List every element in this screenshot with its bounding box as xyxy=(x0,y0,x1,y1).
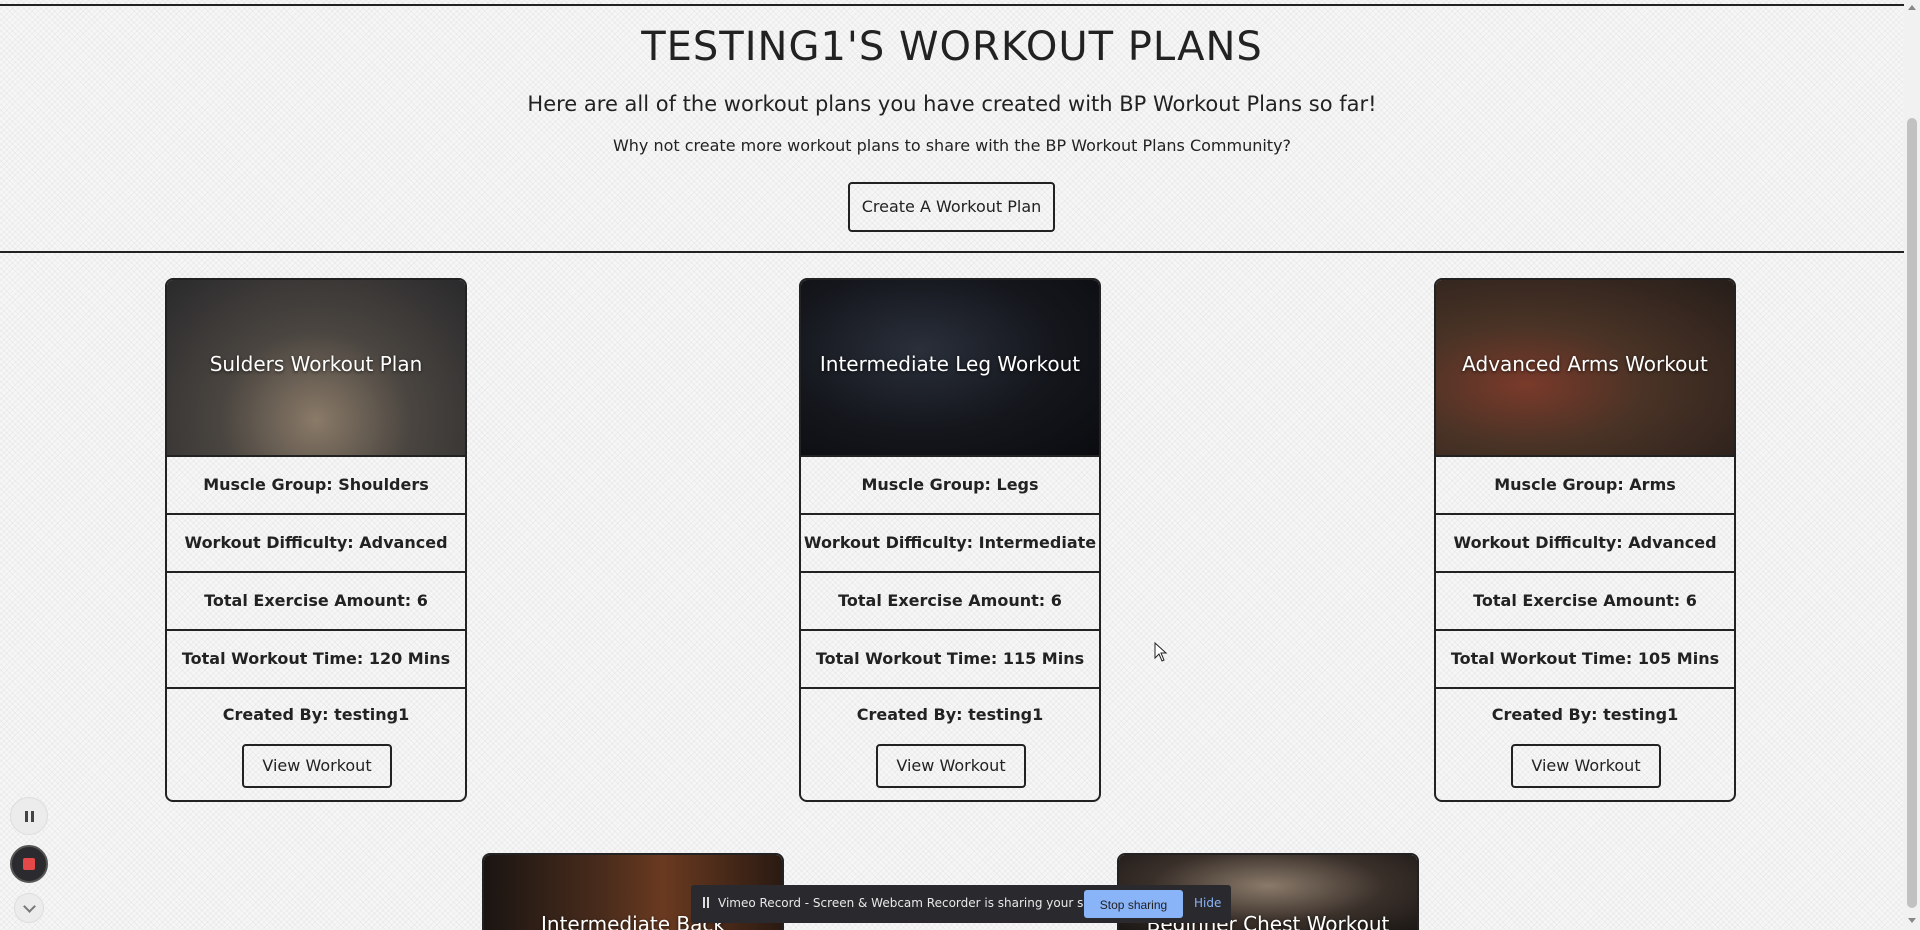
workout-card-title: Intermediate Leg Workout xyxy=(819,352,1081,376)
page-title: TESTING1'S WORKOUT PLANS xyxy=(641,24,1263,70)
workout-card-image: Advanced Arms Workout xyxy=(1436,280,1734,455)
page-sub-text: Why not create more workout plans to sha… xyxy=(612,136,1292,155)
page-scrollbar[interactable] xyxy=(1904,0,1920,930)
workout-card-image: Sulders Workout Plan xyxy=(167,280,465,455)
stop-sharing-button[interactable]: Stop sharing xyxy=(1084,890,1183,918)
page-header: TESTING1'S WORKOUT PLANS Here are all of… xyxy=(0,6,1904,251)
header-divider xyxy=(0,251,1904,253)
stop-recording-icon[interactable] xyxy=(10,845,48,883)
difficulty-text: Workout Difficulty: Intermediate xyxy=(801,513,1099,571)
card-footer: Created By: testing1 View Workout xyxy=(801,687,1099,800)
hide-link[interactable]: Hide xyxy=(1194,896,1221,910)
view-workout-button[interactable]: View Workout xyxy=(1511,744,1661,788)
created-by-text: Created By: testing1 xyxy=(222,705,410,724)
page-lead-text: Here are all of the workout plans you ha… xyxy=(527,92,1377,116)
workout-time-text: Total Workout Time: 105 Mins xyxy=(1436,629,1734,687)
workout-card-image: Intermediate Leg Workout xyxy=(801,280,1099,455)
view-workout-button[interactable]: View Workout xyxy=(876,744,1026,788)
screen-sharing-bar: Vimeo Record - Screen & Webcam Recorder … xyxy=(691,885,1231,923)
difficulty-text: Workout Difficulty: Advanced xyxy=(167,513,465,571)
scroll-down-arrow-icon[interactable] xyxy=(1908,918,1916,923)
muscle-group-text: Muscle Group: Arms xyxy=(1436,455,1734,513)
workout-card-title: Sulders Workout Plan xyxy=(209,352,423,376)
card-footer: Created By: testing1 View Workout xyxy=(1436,687,1734,800)
workout-card-title: Advanced Arms Workout xyxy=(1462,352,1708,376)
muscle-group-text: Muscle Group: Shoulders xyxy=(167,455,465,513)
chevron-down-icon[interactable] xyxy=(14,893,44,923)
workout-time-text: Total Workout Time: 115 Mins xyxy=(801,629,1099,687)
workout-card: Intermediate Leg Workout Muscle Group: L… xyxy=(799,278,1101,802)
exercise-amount-text: Total Exercise Amount: 6 xyxy=(1436,571,1734,629)
scrollbar-thumb[interactable] xyxy=(1907,118,1917,908)
view-workout-button[interactable]: View Workout xyxy=(242,744,392,788)
sharing-message: Vimeo Record - Screen & Webcam Recorder … xyxy=(718,896,1121,910)
scroll-up-arrow-icon[interactable] xyxy=(1908,5,1916,10)
pause-recording-icon[interactable] xyxy=(10,797,48,835)
difficulty-text: Workout Difficulty: Advanced xyxy=(1436,513,1734,571)
mouse-cursor-icon xyxy=(1154,642,1168,662)
pause-icon xyxy=(703,897,711,910)
workout-card: Advanced Arms Workout Muscle Group: Arms… xyxy=(1434,278,1736,802)
card-footer: Created By: testing1 View Workout xyxy=(167,687,465,800)
exercise-amount-text: Total Exercise Amount: 6 xyxy=(801,571,1099,629)
workout-time-text: Total Workout Time: 120 Mins xyxy=(167,629,465,687)
exercise-amount-text: Total Exercise Amount: 6 xyxy=(167,571,465,629)
created-by-text: Created By: testing1 xyxy=(1491,705,1679,724)
muscle-group-text: Muscle Group: Legs xyxy=(801,455,1099,513)
create-workout-plan-button[interactable]: Create A Workout Plan xyxy=(848,182,1055,232)
created-by-text: Created By: testing1 xyxy=(856,705,1044,724)
workout-card: Sulders Workout Plan Muscle Group: Shoul… xyxy=(165,278,467,802)
